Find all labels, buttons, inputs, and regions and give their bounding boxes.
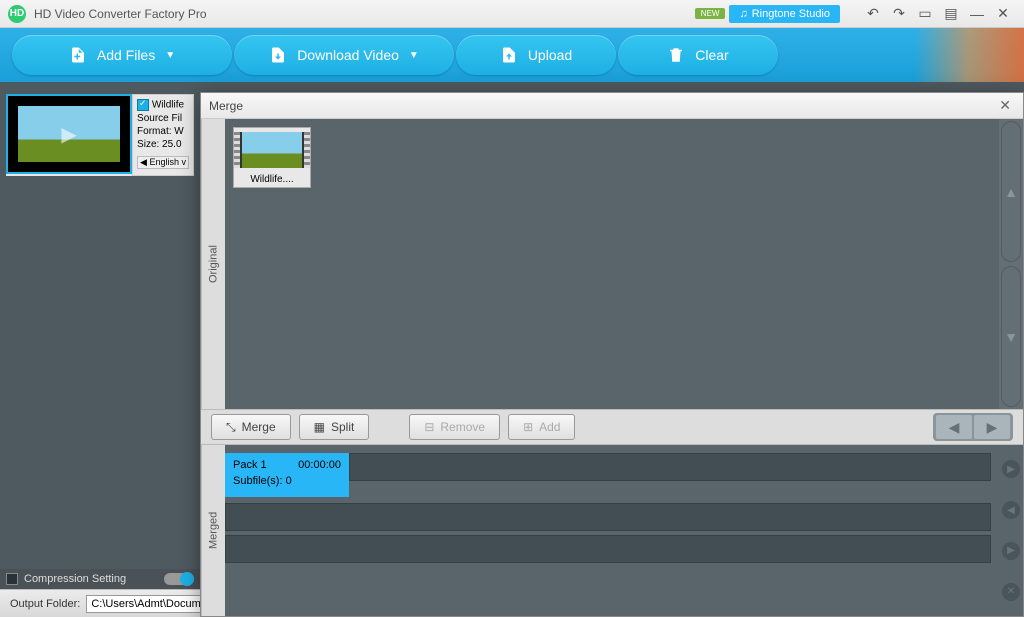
remove-button-label: Remove — [440, 420, 485, 434]
merge-dialog: Merge ✕ Original Wildlife.... ▲ ▼ — [200, 92, 1024, 617]
redo-button[interactable]: ↷ — [886, 4, 912, 24]
output-folder-input[interactable] — [86, 595, 216, 613]
download-video-label: Download Video — [297, 47, 399, 63]
nav-prev-button[interactable]: ◀ — [936, 415, 972, 439]
pack-time: 00:00:00 — [298, 459, 341, 471]
merged-lane[interactable] — [349, 453, 991, 481]
output-folder-label: Output Folder: — [10, 598, 80, 610]
close-app-button[interactable]: ✕ — [990, 4, 1016, 24]
file-name: Wildlife — [152, 100, 184, 111]
play-icon — [18, 106, 120, 162]
clear-label: Clear — [695, 47, 728, 63]
nav-next-button[interactable]: ▶ — [974, 415, 1010, 439]
file-thumbnail[interactable] — [6, 94, 132, 174]
merged-lane[interactable] — [225, 503, 991, 531]
merged-next-button[interactable]: ▶ — [1002, 542, 1020, 560]
ringtone-studio-button[interactable]: ♫ Ringtone Studio — [729, 5, 840, 23]
merged-content[interactable]: Pack 1 00:00:00 Subfile(s): 0 — [225, 445, 999, 616]
merged-label: Merged — [201, 445, 225, 616]
nav-buttons: ◀ ▶ — [933, 413, 1013, 441]
dialog-close-button[interactable]: ✕ — [995, 97, 1015, 114]
dialog-title: Merge — [209, 99, 243, 113]
merged-lane[interactable] — [225, 535, 991, 563]
compression-slider[interactable] — [164, 573, 194, 585]
titlebar: HD HD Video Converter Factory Pro NEW ♫ … — [0, 0, 1024, 28]
merge-icon: ⤡ — [226, 420, 236, 435]
download-video-button[interactable]: Download Video ▼ — [234, 35, 454, 75]
compression-checkbox[interactable] — [6, 573, 18, 585]
original-section: Original Wildlife.... ▲ ▼ — [201, 119, 1023, 409]
merged-pack[interactable]: Pack 1 00:00:00 Subfile(s): 0 — [225, 453, 349, 497]
file-list: Wildlife Source Fil Format: W Size: 25.0… — [0, 94, 200, 176]
file-item[interactable]: Wildlife Source Fil Format: W Size: 25.0… — [6, 94, 194, 176]
app-title: HD Video Converter Factory Pro — [34, 7, 207, 21]
original-content[interactable]: Wildlife.... — [225, 119, 999, 409]
merge-button-row: ⤡ Merge ▦ Split ⊟ Remove ⊞ Add ◀ ▶ — [201, 409, 1023, 445]
pack-name: Pack 1 — [233, 459, 267, 471]
app-logo-icon: HD — [8, 5, 26, 23]
undo-button[interactable]: ↶ — [860, 4, 886, 24]
merge-button-label: Merge — [242, 420, 276, 434]
scroll-up-button[interactable]: ▲ — [1001, 121, 1021, 262]
split-button[interactable]: ▦ Split — [299, 414, 370, 440]
add-files-label: Add Files — [97, 47, 155, 63]
merged-play-button[interactable]: ▶ — [1002, 460, 1020, 478]
remove-button[interactable]: ⊟ Remove — [409, 414, 500, 440]
add-file-icon — [69, 46, 87, 64]
add-button-label: Add — [539, 420, 560, 434]
feedback-button[interactable]: ▭ — [912, 4, 938, 24]
split-icon: ▦ — [314, 420, 325, 434]
add-icon: ⊞ — [523, 420, 533, 434]
file-checkbox[interactable] — [137, 99, 149, 111]
file-info: Wildlife Source Fil Format: W Size: 25.0… — [132, 94, 194, 176]
compression-label: Compression Setting — [24, 573, 126, 585]
merged-section: Merged Pack 1 00:00:00 Subfile(s): 0 — [201, 445, 1023, 616]
main-toolbar: Add Files ▼ Download Video ▼ Upload Clea… — [0, 28, 1024, 82]
remove-icon: ⊟ — [424, 420, 434, 434]
file-format: Format: W — [137, 126, 189, 137]
dialog-titlebar: Merge ✕ — [201, 93, 1023, 119]
file-language: English v — [149, 157, 186, 167]
split-button-label: Split — [331, 420, 354, 434]
merged-prev-button[interactable]: ◀ — [1002, 501, 1020, 519]
add-button[interactable]: ⊞ Add — [508, 414, 575, 440]
minimize-button[interactable]: — — [964, 4, 990, 24]
dropdown-icon: ▼ — [165, 50, 175, 61]
file-language-selector[interactable]: ◀ English v — [137, 156, 189, 169]
clear-button[interactable]: Clear — [618, 35, 778, 75]
file-size: Size: 25.0 — [137, 139, 189, 150]
original-item-name: Wildlife.... — [234, 172, 310, 187]
original-scrollbar: ▲ ▼ — [999, 119, 1023, 409]
new-badge: NEW — [695, 8, 726, 19]
scroll-down-button[interactable]: ▼ — [1001, 266, 1021, 407]
upload-button[interactable]: Upload — [456, 35, 616, 75]
merge-button[interactable]: ⤡ Merge — [211, 414, 291, 440]
merged-settings-button[interactable]: ✕ — [1002, 583, 1020, 601]
upload-label: Upload — [528, 47, 572, 63]
original-thumbnail — [234, 128, 310, 172]
ringtone-label: Ringtone Studio — [752, 8, 830, 20]
merged-controls: ▶ ◀ ▶ ✕ — [999, 445, 1023, 616]
original-label: Original — [201, 119, 225, 409]
download-icon — [269, 46, 287, 64]
upload-icon — [500, 46, 518, 64]
original-video-item[interactable]: Wildlife.... — [233, 127, 311, 188]
dropdown-icon: ▼ — [409, 50, 419, 61]
add-files-button[interactable]: Add Files ▼ — [12, 35, 232, 75]
compression-bar: Compression Setting — [0, 569, 200, 589]
trash-icon — [667, 46, 685, 64]
ringtone-icon: ♫ — [739, 8, 747, 20]
save-button[interactable]: ▤ — [938, 4, 964, 24]
file-source: Source Fil — [137, 113, 189, 124]
pack-subfiles-label: Subfile(s): — [233, 475, 283, 487]
pack-subfiles-count: 0 — [286, 475, 292, 487]
